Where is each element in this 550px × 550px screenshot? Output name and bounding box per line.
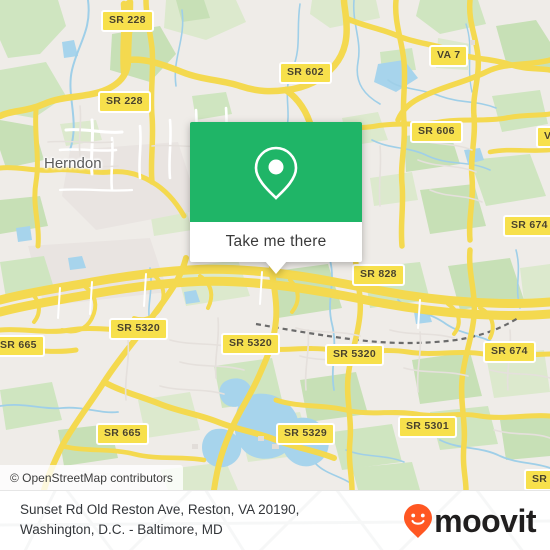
- route-shield: VA: [536, 126, 550, 148]
- route-shield: SR 6: [524, 469, 550, 490]
- route-shield: SR 606: [410, 121, 463, 143]
- route-shield: VA 7: [429, 45, 469, 67]
- place-label: Herndon: [44, 155, 102, 172]
- osm-attribution-text: © OpenStreetMap contributors: [10, 470, 173, 485]
- osm-attribution[interactable]: © OpenStreetMap contributors: [0, 465, 183, 490]
- map-pin-icon: [254, 146, 298, 200]
- route-shield: SR 5301: [398, 416, 457, 438]
- route-shield: SR 5320: [325, 344, 384, 366]
- location-address: Sunset Rd Old Reston Ave, Reston, VA 201…: [20, 500, 380, 540]
- moovit-smiley-pin-icon: [404, 504, 433, 538]
- route-shield: SR 5329: [276, 423, 335, 445]
- route-shield: SR 5320: [109, 318, 168, 340]
- route-shield: SR 228: [101, 10, 154, 32]
- route-shield: SR 674: [483, 341, 536, 363]
- route-shield: SR 5320: [221, 333, 280, 355]
- moovit-map-screenshot: .park { fill:#cfe5c0; } .park2 { fill:#d…: [0, 0, 550, 550]
- take-me-there-label: Take me there: [225, 233, 327, 250]
- location-popup-card[interactable]: Take me there: [190, 122, 362, 274]
- map-canvas[interactable]: .park { fill:#cfe5c0; } .park2 { fill:#d…: [0, 0, 550, 490]
- address-line-2: Washington, D.C. - Baltimore, MD: [20, 522, 223, 537]
- route-shield: SR 674: [503, 215, 550, 237]
- moovit-logo[interactable]: moovit: [403, 504, 536, 538]
- route-shield: SR 602: [279, 62, 332, 84]
- take-me-there-button[interactable]: Take me there: [190, 222, 362, 262]
- footer-bar: Sunset Rd Old Reston Ave, Reston, VA 201…: [0, 490, 550, 550]
- route-shield: SR 665: [0, 335, 45, 357]
- route-shield: SR 665: [96, 423, 149, 445]
- popup-icon-area: [190, 122, 362, 222]
- address-line-1: Sunset Rd Old Reston Ave, Reston, VA 201…: [20, 502, 300, 517]
- route-shield: SR 828: [352, 264, 405, 286]
- route-shield: SR 228: [98, 91, 151, 113]
- popup-pointer-tail: [265, 261, 287, 274]
- moovit-wordmark: moovit: [434, 503, 536, 539]
